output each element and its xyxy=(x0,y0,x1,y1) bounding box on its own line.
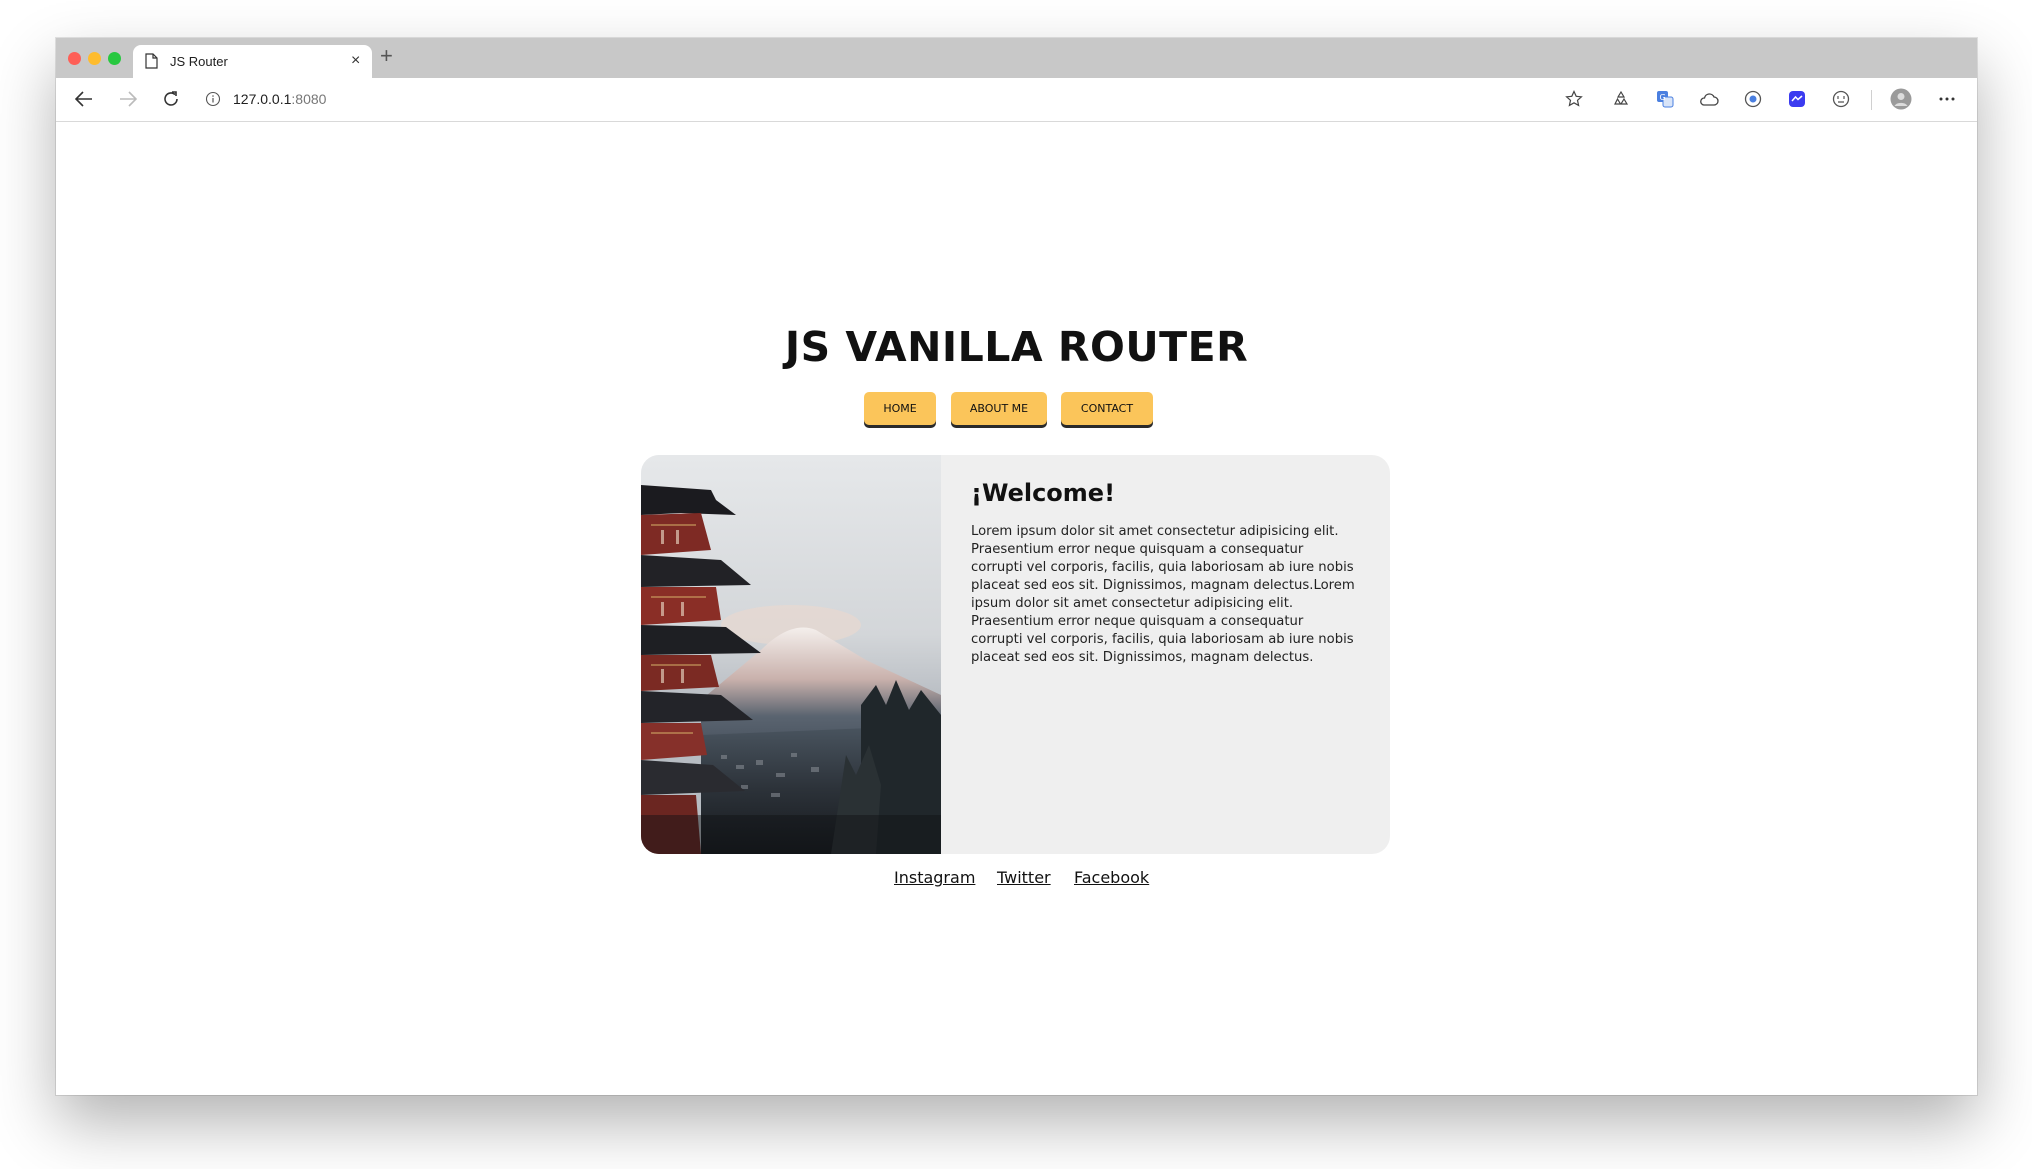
smiley-icon[interactable] xyxy=(1830,88,1852,110)
tab-title: JS Router xyxy=(170,54,228,69)
tab-close-icon[interactable]: × xyxy=(351,52,360,70)
maximize-window-button[interactable] xyxy=(108,52,121,65)
address-bar[interactable]: 127.0.0.1:8080 xyxy=(199,84,1651,115)
translate-icon[interactable]: G xyxy=(1654,88,1676,110)
back-icon[interactable] xyxy=(73,88,95,110)
nav-about-button[interactable]: ABOUT ME xyxy=(951,392,1047,425)
tab-strip: JS Router × + xyxy=(56,38,1977,78)
twitter-link[interactable]: Twitter xyxy=(997,868,1051,887)
card-heading: ¡Welcome! xyxy=(971,479,1116,507)
recycle-icon[interactable] xyxy=(1610,88,1632,110)
browser-tab[interactable]: JS Router × xyxy=(133,45,372,78)
cloud-icon[interactable] xyxy=(1698,88,1720,110)
star-icon[interactable] xyxy=(1563,88,1585,110)
reload-icon[interactable] xyxy=(160,88,182,110)
pagoda-mountain-photo xyxy=(641,455,941,854)
svg-text:G: G xyxy=(1660,93,1666,102)
nav-contact-button[interactable]: CONTACT xyxy=(1061,392,1153,425)
site-title: JS VANILLA ROUTER xyxy=(784,323,1249,371)
more-icon[interactable] xyxy=(1936,88,1958,110)
card-text: Lorem ipsum dolor sit amet consectetur a… xyxy=(971,524,1355,665)
welcome-card: ¡Welcome! Lorem ipsum dolor sit amet con… xyxy=(641,455,1390,854)
instagram-link[interactable]: Instagram xyxy=(894,868,975,887)
web-page: JS VANILLA ROUTER HOME ABOUT ME CONTACT xyxy=(56,122,1977,1095)
main-nav: HOME ABOUT ME CONTACT xyxy=(56,392,1977,428)
nav-home-button[interactable]: HOME xyxy=(864,392,936,425)
facebook-link[interactable]: Facebook xyxy=(1074,868,1149,887)
browser-window: JS Router × + 127.0.0.1:8080 G JS VANILL… xyxy=(56,38,1977,1095)
minimize-window-button[interactable] xyxy=(88,52,101,65)
url-host: 127.0.0.1 xyxy=(233,91,292,107)
card-body: ¡Welcome! Lorem ipsum dolor sit amet con… xyxy=(971,479,1356,667)
messenger-icon[interactable] xyxy=(1786,88,1808,110)
forward-icon[interactable] xyxy=(117,88,139,110)
footer-links: Instagram Twitter Facebook xyxy=(56,868,1977,892)
url-text: 127.0.0.1:8080 xyxy=(233,91,326,107)
url-port: :8080 xyxy=(291,91,327,107)
toolbar-divider xyxy=(1871,90,1872,110)
profile-icon[interactable] xyxy=(1890,88,1912,110)
new-tab-button[interactable]: + xyxy=(380,44,393,68)
page-icon xyxy=(145,53,158,74)
shield-icon[interactable] xyxy=(1742,88,1764,110)
close-window-button[interactable] xyxy=(68,52,81,65)
browser-toolbar: 127.0.0.1:8080 G xyxy=(56,78,1977,122)
info-icon[interactable] xyxy=(205,91,221,112)
